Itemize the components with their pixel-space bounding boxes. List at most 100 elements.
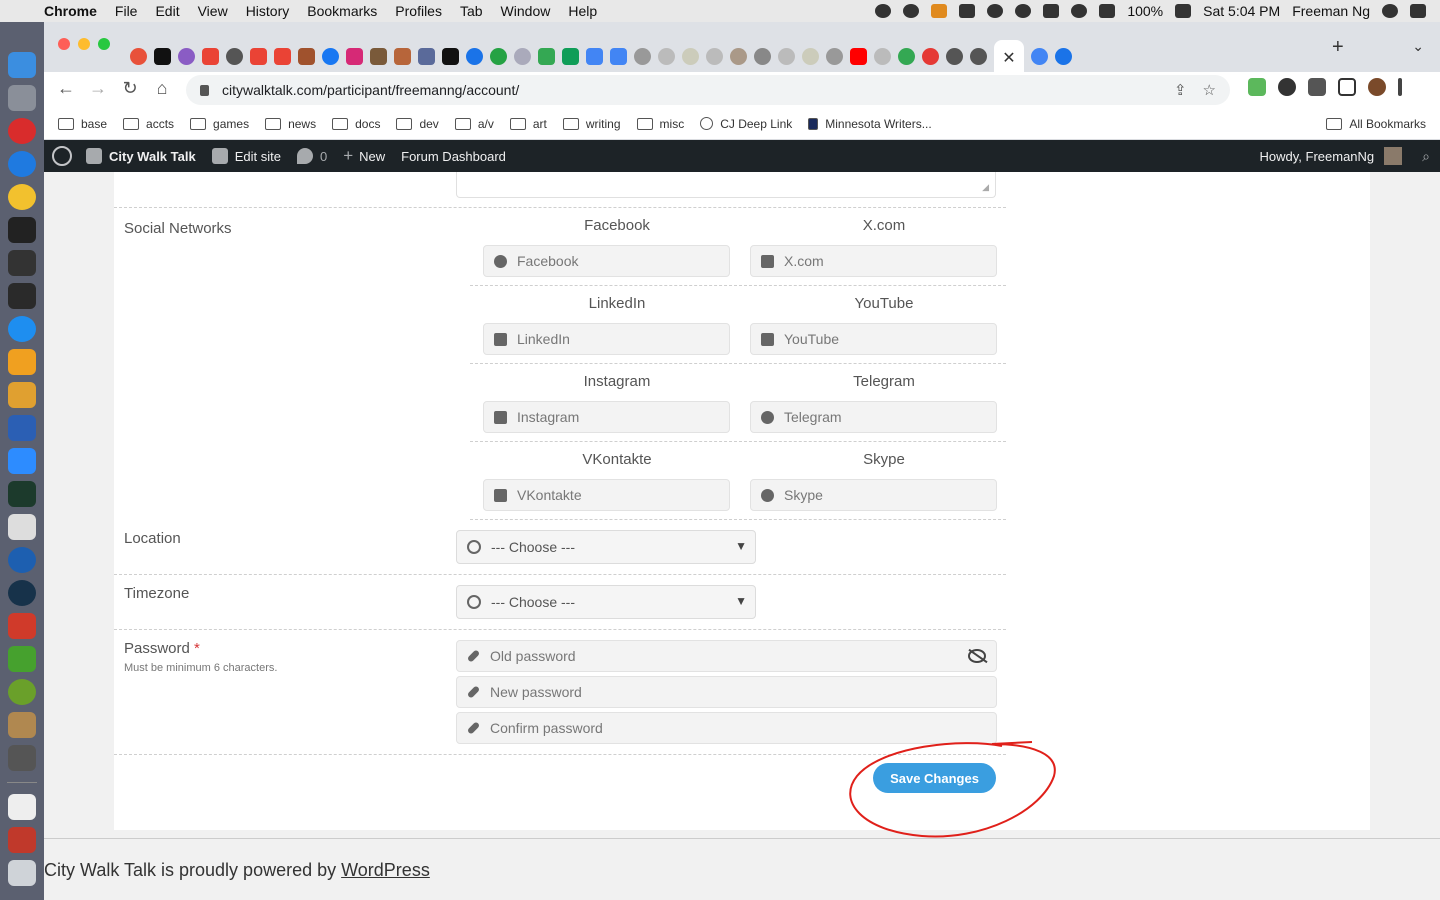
jedit-icon[interactable] [8, 349, 36, 375]
google-icon[interactable] [778, 47, 795, 65]
photos-icon[interactable] [8, 382, 36, 408]
wordpress-icon[interactable] [970, 47, 987, 65]
forward-icon[interactable]: → [86, 78, 110, 99]
home-icon[interactable]: ⌂ [150, 78, 174, 99]
telegram-input[interactable]: Telegram [750, 401, 997, 433]
bookmark-folder-accts[interactable]: accts [123, 117, 174, 131]
wp-site-name[interactable]: City Walk Talk [86, 148, 196, 164]
extension-icon[interactable] [1248, 78, 1266, 96]
bookmark-folder-base[interactable]: base [58, 117, 107, 131]
google-icon[interactable] [658, 47, 675, 65]
menu-file[interactable]: File [115, 3, 138, 19]
wordpress-logo-icon[interactable] [52, 146, 72, 166]
bookmark-folder-docs[interactable]: docs [332, 117, 380, 131]
calendar-icon[interactable] [610, 47, 627, 65]
bookmark-folder-misc[interactable]: misc [636, 117, 684, 131]
location-select[interactable]: --- Choose --- ▼ [456, 530, 756, 564]
google-icon[interactable] [874, 47, 891, 65]
menu-help[interactable]: Help [568, 3, 597, 19]
pcalc-icon[interactable] [8, 547, 36, 573]
amazon-icon[interactable] [826, 47, 843, 65]
tab-favicon-icon[interactable] [922, 47, 939, 65]
gmail-icon[interactable] [202, 47, 219, 65]
confirm-password-input[interactable]: Confirm password [456, 712, 997, 744]
tab-favicon-icon[interactable] [1055, 47, 1072, 65]
zoom-window-button[interactable] [98, 38, 110, 50]
all-bookmarks[interactable]: All Bookmarks [1326, 117, 1426, 131]
site-info-icon[interactable] [200, 84, 209, 96]
search-icon[interactable]: ⌕ [1422, 148, 1430, 165]
chrome-apps-icon[interactable] [8, 514, 36, 540]
menu-history[interactable]: History [246, 3, 290, 19]
chat-icon[interactable] [466, 47, 483, 65]
volume-icon[interactable] [1099, 4, 1116, 18]
tab-favicon-icon[interactable] [418, 47, 435, 65]
chrome-icon[interactable] [8, 184, 36, 210]
google-icon[interactable] [1031, 47, 1048, 65]
puzzle-icon[interactable] [1308, 78, 1326, 96]
status-app-icon[interactable] [931, 4, 948, 18]
notebook-icon[interactable] [8, 712, 36, 738]
finder-icon[interactable] [8, 52, 36, 78]
profile-avatar[interactable] [1368, 78, 1386, 96]
status-app-icon[interactable] [903, 4, 920, 18]
scrivener-icon[interactable] [8, 283, 36, 309]
bookmark-folder-dev[interactable]: dev [396, 117, 439, 131]
bookmark-minnesota-writers[interactable]: Minnesota Writers... [808, 117, 932, 131]
eye-slash-icon[interactable] [968, 649, 986, 663]
menubar-user[interactable]: Freeman Ng [1292, 3, 1370, 19]
tab-favicon-icon[interactable] [634, 47, 651, 65]
wp-forum-dashboard[interactable]: Forum Dashboard [401, 149, 506, 164]
wp-edit-site[interactable]: Edit site [211, 148, 281, 164]
bookmark-folder-art[interactable]: art [509, 117, 547, 131]
tab-favicon-icon[interactable] [682, 47, 699, 65]
facebook-icon[interactable] [322, 47, 339, 65]
airplay-icon[interactable] [959, 4, 976, 18]
tab-favicon-icon[interactable] [226, 47, 243, 65]
activity-monitor-icon[interactable] [8, 481, 36, 507]
reload-icon[interactable]: ↻ [118, 78, 142, 99]
wp-comments[interactable]: 0 [296, 148, 327, 164]
old-password-input[interactable]: Old password [456, 640, 997, 672]
maps-icon[interactable] [538, 47, 555, 65]
close-window-button[interactable] [58, 38, 70, 50]
new-tab-button[interactable]: + [1332, 36, 1344, 59]
gmail-icon[interactable] [250, 47, 267, 65]
new-password-input[interactable]: New password [456, 676, 997, 708]
x-input[interactable]: X.com [750, 245, 997, 277]
control-center-icon[interactable] [1410, 4, 1426, 18]
menubar-clock[interactable]: Sat 5:04 PM [1203, 3, 1280, 19]
menu-edit[interactable]: Edit [155, 3, 179, 19]
gmail-icon[interactable] [274, 47, 291, 65]
bookmark-cj-deep-link[interactable]: CJ Deep Link [700, 117, 792, 131]
tab-favicon-icon[interactable] [754, 47, 771, 65]
tab-favicon-icon[interactable] [394, 47, 411, 65]
spotlight-search-icon[interactable] [1382, 4, 1398, 18]
wunderlist-icon[interactable] [8, 679, 36, 705]
vkontakte-input[interactable]: VKontakte [483, 479, 730, 511]
safari-icon[interactable] [8, 316, 36, 342]
active-tab-close-button[interactable]: ✕ [994, 40, 1024, 76]
howdy-user[interactable]: Howdy, FreemanNg [1260, 149, 1375, 164]
side-panel-icon[interactable] [1338, 78, 1356, 96]
linkedin-input[interactable]: LinkedIn [483, 323, 730, 355]
bio-textarea[interactable]: ◢ [456, 172, 996, 198]
bluetooth-icon[interactable] [1015, 4, 1032, 18]
save-changes-button[interactable]: Save Changes [873, 763, 996, 793]
time-machine-icon[interactable] [987, 4, 1004, 18]
menu-view[interactable]: View [198, 3, 228, 19]
tab-favicon-icon[interactable] [178, 47, 195, 65]
memory-icon[interactable] [1043, 4, 1060, 18]
status-app-icon[interactable] [875, 4, 892, 18]
wp-new[interactable]: + New [343, 146, 385, 166]
youtube-icon[interactable] [850, 47, 867, 65]
tab-favicon-icon[interactable] [898, 47, 915, 65]
bookmark-folder-av[interactable]: a/v [454, 117, 494, 131]
instagram-input[interactable]: Instagram [483, 401, 730, 433]
app-store-icon[interactable] [8, 151, 36, 177]
folder-stack-icon[interactable] [8, 827, 36, 853]
address-bar[interactable]: citywalktalk.com/participant/freemanng/a… [186, 75, 1230, 105]
bookmark-folder-games[interactable]: games [190, 117, 249, 131]
x-icon[interactable] [442, 47, 459, 65]
menu-profiles[interactable]: Profiles [395, 3, 442, 19]
